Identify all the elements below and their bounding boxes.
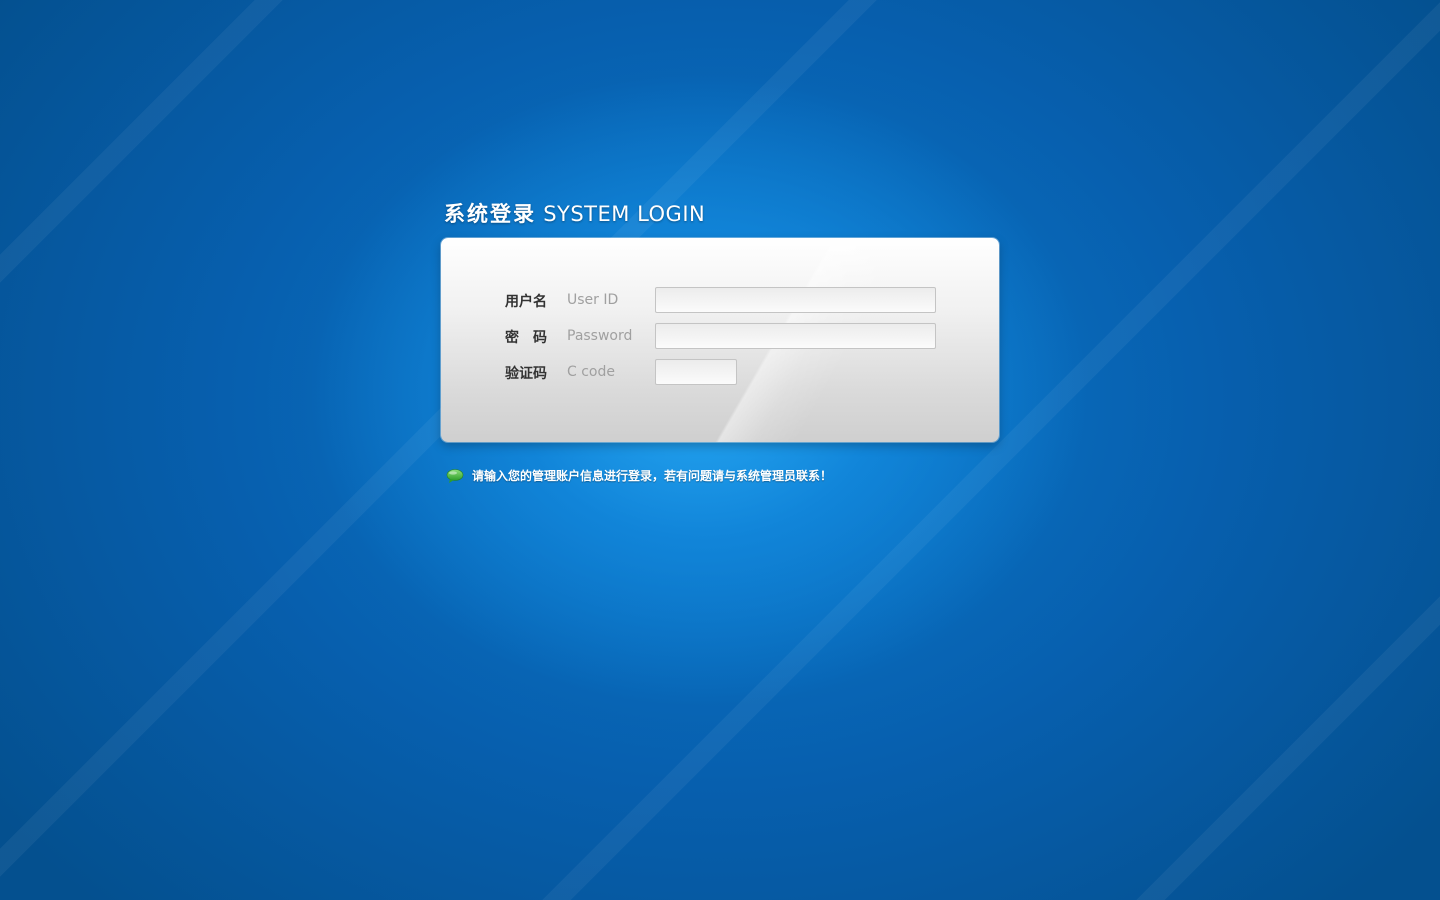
captcha-input[interactable]	[655, 359, 737, 385]
username-label-en: User ID	[567, 292, 619, 308]
page-title-cn: 系统登录	[444, 202, 536, 226]
captcha-label-en: C code	[567, 364, 615, 380]
page-title: 系统登录 SYSTEM LOGIN	[444, 198, 705, 228]
username-label-cn: 用户名	[505, 294, 547, 310]
login-panel: 用户名 User ID 密 码 Password 验证码 C code	[441, 238, 999, 442]
captcha-row: 验证码 C code	[441, 359, 999, 385]
username-input[interactable]	[655, 287, 936, 313]
password-label-en: Password	[567, 328, 633, 344]
page-title-en: SYSTEM LOGIN	[543, 202, 706, 226]
background-streaks	[0, 0, 1440, 900]
username-row: 用户名 User ID	[441, 287, 999, 313]
notice-text: 请输入您的管理账户信息进行登录，若有问题请与系统管理员联系！	[472, 469, 833, 483]
password-row: 密 码 Password	[441, 323, 999, 349]
captcha-label-cn: 验证码	[505, 366, 547, 382]
password-input[interactable]	[655, 323, 936, 349]
password-label-cn: 密 码	[505, 330, 547, 346]
chat-bubble-icon	[446, 468, 464, 484]
